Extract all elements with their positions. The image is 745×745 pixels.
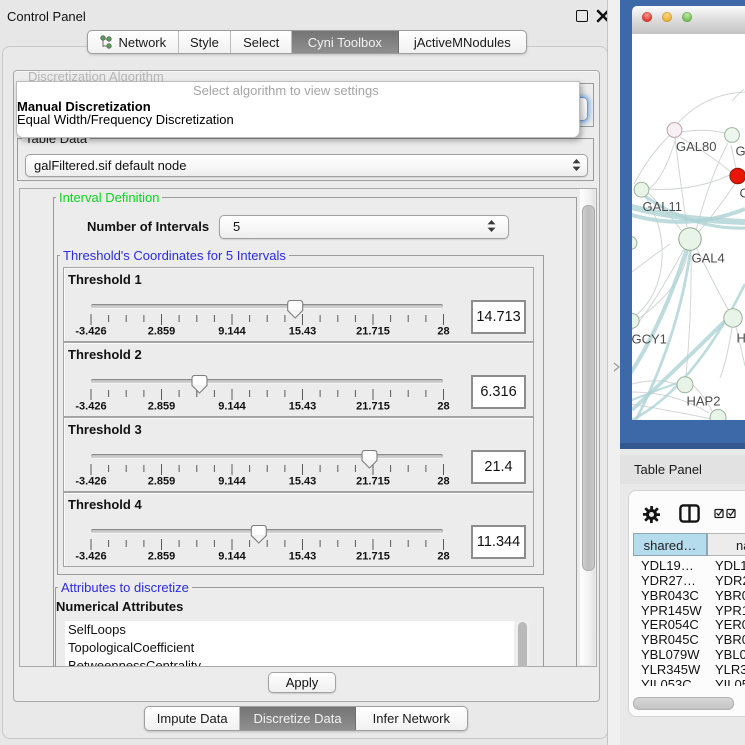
svg-text:9.144: 9.144: [218, 551, 246, 563]
svg-text:21.715: 21.715: [356, 326, 390, 338]
svg-text:G.: G.: [736, 144, 745, 159]
svg-text:2.859: 2.859: [148, 326, 176, 338]
svg-text:9.144: 9.144: [218, 326, 246, 338]
svg-text:-3.426: -3.426: [75, 551, 106, 563]
svg-text:H: H: [737, 331, 745, 346]
svg-text:28: 28: [437, 401, 449, 413]
svg-text:28: 28: [437, 551, 449, 563]
svg-text:28: 28: [437, 326, 449, 338]
svg-text:21.715: 21.715: [356, 551, 390, 563]
svg-text:C: C: [740, 186, 745, 201]
svg-text:GAL11: GAL11: [643, 199, 683, 214]
svg-text:2.859: 2.859: [148, 476, 176, 488]
svg-text:28: 28: [437, 476, 449, 488]
svg-text:21.715: 21.715: [356, 401, 390, 413]
svg-text:9.144: 9.144: [218, 401, 246, 413]
svg-text:15.43: 15.43: [289, 551, 317, 563]
svg-text:-3.426: -3.426: [75, 326, 106, 338]
svg-text:HAP2: HAP2: [687, 394, 721, 409]
svg-text:-3.426: -3.426: [75, 476, 106, 488]
svg-text:GAL4: GAL4: [692, 251, 725, 266]
svg-text:21.715: 21.715: [356, 476, 390, 488]
svg-text:15.43: 15.43: [289, 326, 317, 338]
svg-text:15.43: 15.43: [289, 401, 317, 413]
svg-text:9.144: 9.144: [218, 476, 246, 488]
svg-text:GAL80: GAL80: [676, 139, 716, 154]
svg-text:2.859: 2.859: [148, 401, 176, 413]
svg-text:-3.426: -3.426: [75, 401, 106, 413]
svg-text:2.859: 2.859: [148, 551, 176, 563]
svg-text:GCY1: GCY1: [632, 332, 667, 347]
svg-text:15.43: 15.43: [289, 476, 317, 488]
